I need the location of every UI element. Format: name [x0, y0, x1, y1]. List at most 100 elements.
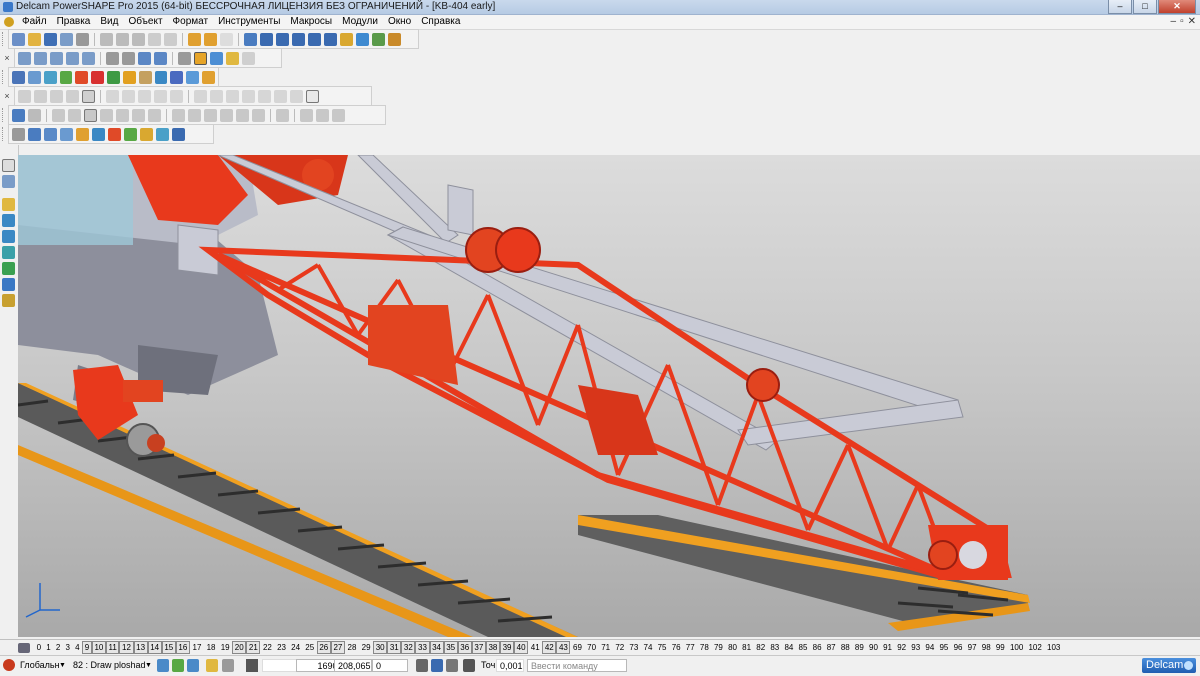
- curve-edit2-icon[interactable]: [34, 89, 47, 103]
- align-icon[interactable]: [431, 659, 443, 672]
- snap-icon[interactable]: [446, 659, 458, 672]
- wave-icon[interactable]: [258, 89, 271, 103]
- menu-macros[interactable]: Макросы: [285, 15, 337, 29]
- solid-j-icon[interactable]: [332, 108, 345, 122]
- line-icon[interactable]: [260, 32, 273, 46]
- toolbar-grip[interactable]: [2, 70, 6, 84]
- trim-icon[interactable]: [106, 89, 119, 103]
- surface-tool-icon[interactable]: [2, 214, 15, 227]
- solid-a-icon[interactable]: [172, 108, 185, 122]
- layer-button[interactable]: 78: [697, 642, 711, 653]
- layer-button[interactable]: 88: [838, 642, 852, 653]
- graphics-viewport[interactable]: [18, 155, 1200, 637]
- layer-button[interactable]: 26: [316, 641, 331, 654]
- level-icon[interactable]: [59, 70, 73, 84]
- layer-button[interactable]: 25: [303, 642, 317, 653]
- zoom-in-icon[interactable]: [138, 51, 151, 65]
- workplane-dropdown-icon[interactable]: ▼: [59, 659, 66, 672]
- layer-button[interactable]: 42: [542, 641, 557, 654]
- layer-button[interactable]: 40: [514, 641, 529, 654]
- layer-button[interactable]: 77: [683, 642, 697, 653]
- maximize-button[interactable]: □: [1133, 0, 1157, 14]
- close-button[interactable]: ✕: [1158, 0, 1196, 14]
- surface-g-icon[interactable]: [148, 108, 161, 122]
- command-input[interactable]: Ввести команду: [527, 659, 627, 672]
- copy-icon[interactable]: [116, 32, 129, 46]
- layer-button[interactable]: 28: [345, 642, 359, 653]
- layer-button[interactable]: 92: [895, 642, 909, 653]
- edit-icon[interactable]: [148, 32, 161, 46]
- layer-button[interactable]: 29: [359, 642, 373, 653]
- layer-button[interactable]: 96: [951, 642, 965, 653]
- mdi-minimize-button[interactable]: –: [1171, 16, 1177, 27]
- toolbar-grip[interactable]: [2, 108, 6, 122]
- layer-button[interactable]: 14: [147, 641, 162, 654]
- layer-button[interactable]: 98: [979, 642, 993, 653]
- layer-button[interactable]: 97: [965, 642, 979, 653]
- extend-icon[interactable]: [290, 89, 303, 103]
- save-as-icon[interactable]: [60, 32, 73, 46]
- new-file-icon[interactable]: [12, 32, 25, 46]
- layer-button[interactable]: 75: [655, 642, 669, 653]
- surface-b-icon[interactable]: [68, 108, 81, 122]
- box-icon[interactable]: [138, 70, 152, 84]
- layer-button[interactable]: 23: [274, 642, 288, 653]
- solid-c-icon[interactable]: [204, 108, 217, 122]
- layer-button[interactable]: 71: [599, 642, 613, 653]
- feature-c-icon[interactable]: [44, 127, 57, 141]
- level-icon-e[interactable]: [222, 659, 234, 672]
- feature-h-icon[interactable]: [124, 127, 137, 141]
- feature-j-icon[interactable]: [156, 127, 169, 141]
- layer-button[interactable]: 32: [401, 641, 416, 654]
- rotate-view-icon[interactable]: [122, 51, 135, 65]
- layer-button[interactable]: 13: [133, 641, 148, 654]
- layer-button[interactable]: 43: [556, 641, 571, 654]
- layer-button[interactable]: 22: [260, 642, 274, 653]
- layer-button[interactable]: 93: [909, 642, 923, 653]
- product-icon[interactable]: [202, 70, 215, 84]
- solid-h-icon[interactable]: [300, 108, 313, 122]
- layer-button[interactable]: 27: [330, 641, 345, 654]
- circle-icon[interactable]: [292, 32, 305, 46]
- tangent-icon[interactable]: [210, 89, 223, 103]
- light-icon[interactable]: [226, 51, 239, 65]
- feature-f-icon[interactable]: [92, 127, 105, 141]
- menu-help[interactable]: Справка: [416, 15, 465, 29]
- layer-button[interactable]: 84: [782, 642, 796, 653]
- layer-button[interactable]: 11: [105, 641, 120, 654]
- level-icon-c[interactable]: [187, 659, 199, 672]
- layer-button[interactable]: 70: [585, 642, 599, 653]
- layer-button[interactable]: 20: [232, 641, 247, 654]
- surface-select-icon[interactable]: [12, 108, 25, 122]
- dimension-icon[interactable]: [340, 32, 353, 46]
- shaded-wire-icon[interactable]: [210, 51, 223, 65]
- toolbar-grip[interactable]: [2, 32, 6, 46]
- feature-i-icon[interactable]: [140, 127, 153, 141]
- solid-d-icon[interactable]: [220, 108, 233, 122]
- curve-tool-icon[interactable]: [2, 230, 15, 243]
- workplane-icon[interactable]: [416, 659, 428, 672]
- tolerance-field[interactable]: 0,001: [496, 659, 524, 672]
- curve-edit5-icon[interactable]: [82, 89, 95, 103]
- level-dropdown-icon[interactable]: ▼: [145, 659, 152, 672]
- curve-icon[interactable]: [308, 32, 321, 46]
- redo-icon[interactable]: [204, 32, 217, 46]
- sphere-icon[interactable]: [75, 70, 89, 84]
- menu-modules[interactable]: Модули: [337, 15, 383, 29]
- open-file-icon[interactable]: [28, 32, 41, 46]
- menu-format[interactable]: Формат: [168, 15, 214, 29]
- feature-g-icon[interactable]: [108, 127, 121, 141]
- layer-button[interactable]: 73: [627, 642, 641, 653]
- layer-button[interactable]: 33: [415, 641, 430, 654]
- material-icon[interactable]: [122, 70, 136, 84]
- level-icon-a[interactable]: [157, 659, 169, 672]
- undo-icon[interactable]: [188, 32, 201, 46]
- layer-button[interactable]: 0: [34, 642, 44, 653]
- scissors-icon[interactable]: [274, 89, 287, 103]
- layer-button[interactable]: 35: [443, 641, 458, 654]
- object2-icon[interactable]: [27, 70, 41, 84]
- surface-c-icon[interactable]: [84, 108, 97, 122]
- layer-button[interactable]: 87: [824, 642, 838, 653]
- tool-icon[interactable]: [463, 659, 475, 672]
- view-iso2-icon[interactable]: [82, 51, 95, 65]
